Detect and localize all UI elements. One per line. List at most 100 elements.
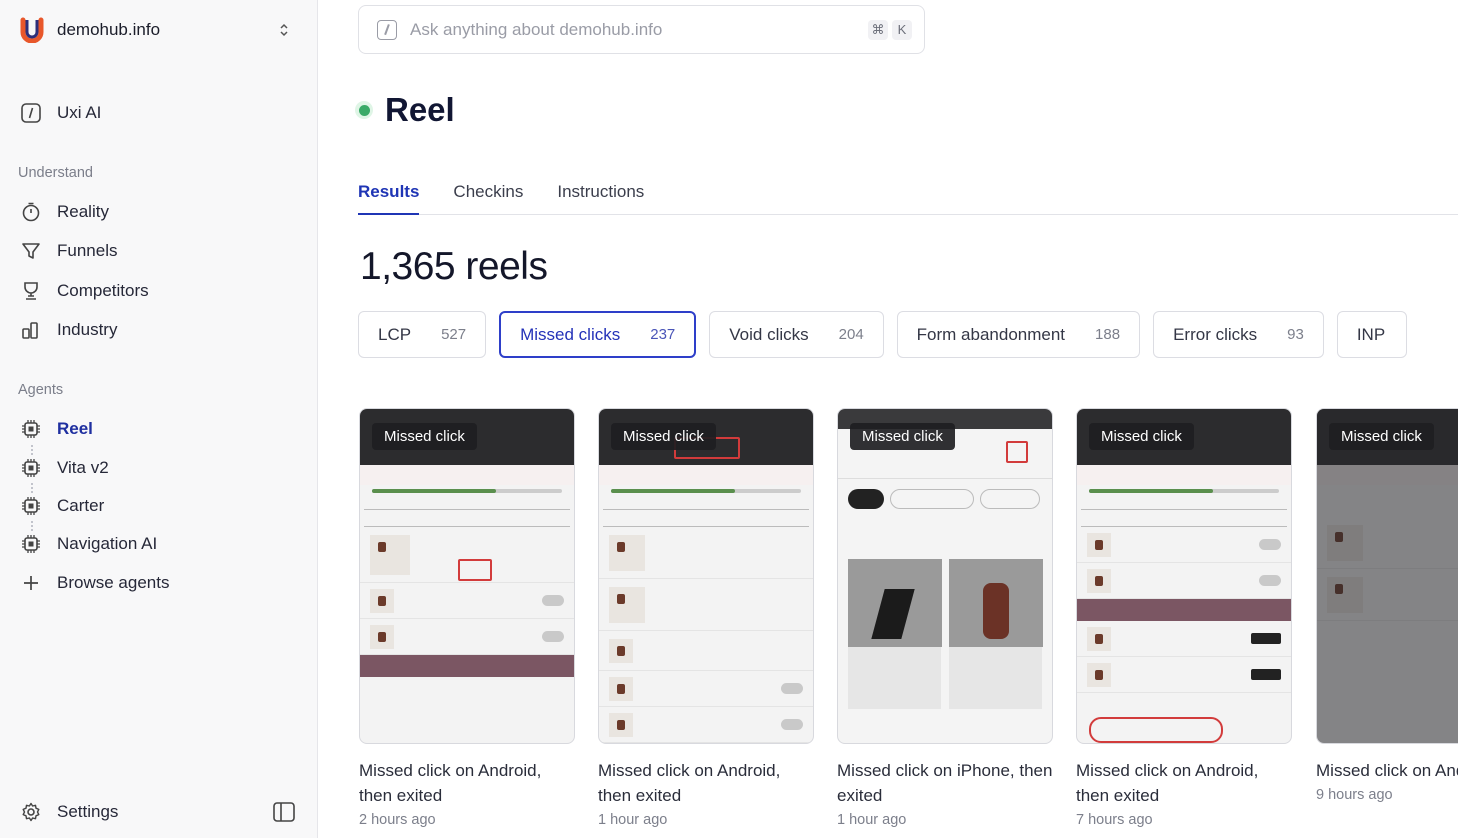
chip-label: Form abandonment xyxy=(916,324,1066,344)
reel-card[interactable]: Missed click Missed click on Android, th… xyxy=(598,408,814,828)
sidebar-item-label: Browse agents xyxy=(57,573,170,592)
sidebar-item-uxi-ai[interactable]: Uxi AI xyxy=(20,98,300,128)
chip-icon xyxy=(20,457,42,479)
slash-box-icon xyxy=(20,102,42,124)
filter-chip-inp[interactable]: INP xyxy=(1336,311,1407,358)
reel-badge: Missed click xyxy=(611,423,716,450)
slash-box-icon xyxy=(377,19,397,40)
settings-button[interactable]: Settings xyxy=(20,797,300,827)
sidebar-item-label: Carter xyxy=(57,496,105,515)
chip-count: 93 xyxy=(1287,326,1304,343)
reel-title: Missed click on Android, then exited xyxy=(598,761,781,805)
filter-chip-error-clicks[interactable]: Error clicks 93 xyxy=(1153,311,1324,358)
search-placeholder: Ask anything about demohub.info xyxy=(410,19,663,39)
mock-shipping-bar xyxy=(360,465,574,485)
mock-shipping-bar xyxy=(599,465,813,485)
chip-icon xyxy=(20,418,42,440)
reel-title: Missed click on iPhone, then exited xyxy=(837,761,1053,805)
ask-ai-search[interactable]: Ask anything about demohub.info ⌘ K xyxy=(358,5,925,54)
mock-footer xyxy=(360,677,574,697)
sidebar-item-vita-v2[interactable]: Vita v2 xyxy=(20,453,300,483)
mock-row xyxy=(599,527,813,579)
mock-row xyxy=(1077,563,1291,599)
mock-footer xyxy=(1077,693,1291,713)
command-key: ⌘ xyxy=(868,19,888,40)
reel-thumbnail[interactable]: Missed click xyxy=(837,408,1053,744)
filter-chip-void-clicks[interactable]: Void clicks 204 xyxy=(709,311,884,358)
sidebar-item-funnels[interactable]: Funnels xyxy=(20,236,300,266)
modal-overlay xyxy=(1317,409,1458,743)
gear-icon xyxy=(20,801,42,823)
sidebar-item-reel[interactable]: Reel xyxy=(20,414,300,444)
mock-row xyxy=(1077,527,1291,563)
mock-heading xyxy=(1077,497,1291,509)
tab-instructions[interactable]: Instructions xyxy=(557,176,644,215)
reel-thumbnail[interactable]: Missed click xyxy=(1076,408,1292,744)
sidebar-item-competitors[interactable]: Competitors xyxy=(20,276,300,306)
filter-chip-missed-clicks[interactable]: Missed clicks 237 xyxy=(499,311,697,358)
mock-progress xyxy=(372,489,562,493)
chip-count: 527 xyxy=(441,326,467,343)
mock-section-title xyxy=(838,519,1052,559)
filter-chip-form-abandonment[interactable]: Form abandonment 188 xyxy=(896,311,1141,358)
reel-thumbnail[interactable]: Missed click xyxy=(598,408,814,744)
reel-card[interactable]: Missed click Missed click on iPhone, the… xyxy=(837,408,1053,828)
mock-select xyxy=(1081,509,1287,527)
chip-label: Missed clicks xyxy=(520,324,621,344)
chip-label: INP xyxy=(1356,324,1386,344)
section-label-agents: Agents xyxy=(18,382,64,398)
reel-badge: Missed click xyxy=(850,423,955,450)
chevron-updown-icon[interactable] xyxy=(276,22,292,38)
sidebar-item-label: Reel xyxy=(57,419,93,438)
reel-card[interactable]: Missed click Missed click on Android, th… xyxy=(1316,408,1458,803)
sidebar: demohub.info Uxi AI Understand Reality F… xyxy=(0,0,318,838)
chip-count: 204 xyxy=(838,326,864,343)
mock-row xyxy=(599,671,813,707)
workspace-switcher[interactable]: demohub.info xyxy=(20,14,292,46)
chip-icon xyxy=(20,495,42,517)
chip-label: LCP xyxy=(378,324,412,344)
plus-icon xyxy=(20,572,42,594)
mock-select xyxy=(364,509,570,527)
status-indicator xyxy=(355,101,373,119)
tab-checkins[interactable]: Checkins xyxy=(453,176,523,215)
sidebar-item-label: Uxi AI xyxy=(57,103,102,122)
sidebar-item-label: Competitors xyxy=(57,281,149,300)
reel-title: Missed click on Android, then exited xyxy=(359,761,542,805)
bar-chart-icon xyxy=(20,319,42,341)
section-label-understand: Understand xyxy=(18,165,93,181)
tab-bar: Results Checkins Instructions xyxy=(358,176,1458,215)
mock-row xyxy=(599,707,813,743)
mock-select xyxy=(603,509,809,527)
reel-title: Missed click on Android, then exited xyxy=(1316,761,1458,780)
reel-time: 1 hour ago xyxy=(598,812,668,828)
browse-agents-button[interactable]: Browse agents xyxy=(20,568,300,598)
sidebar-item-label: Industry xyxy=(57,320,118,339)
sidebar-item-label: Vita v2 xyxy=(57,458,109,477)
reel-thumbnail[interactable]: Missed click xyxy=(1316,408,1458,744)
chip-label: Void clicks xyxy=(729,324,809,344)
reel-title: Missed click on Android, then exited xyxy=(1076,761,1259,805)
k-key: K xyxy=(892,19,912,40)
chip-label: Error clicks xyxy=(1173,324,1258,344)
mock-row xyxy=(1077,657,1291,693)
trophy-icon xyxy=(20,280,42,302)
sidebar-toggle-icon[interactable] xyxy=(272,800,296,824)
sidebar-item-carter[interactable]: Carter xyxy=(20,491,300,521)
mock-progress xyxy=(1089,489,1279,493)
sidebar-item-industry[interactable]: Industry xyxy=(20,315,300,345)
reel-badge: Missed click xyxy=(1329,423,1434,450)
missed-click-marker xyxy=(1006,441,1028,463)
missed-click-marker xyxy=(458,559,492,581)
mock-progress xyxy=(611,489,801,493)
reel-thumbnail[interactable]: Missed click xyxy=(359,408,575,744)
funnel-icon xyxy=(20,240,42,262)
reel-card[interactable]: Missed click Missed click on Android, th… xyxy=(359,408,575,828)
filter-chip-lcp[interactable]: LCP 527 xyxy=(358,311,487,358)
missed-click-marker xyxy=(1089,717,1223,743)
sidebar-item-navigation-ai[interactable]: Navigation AI xyxy=(20,529,300,559)
tab-results[interactable]: Results xyxy=(358,176,420,215)
reel-card[interactable]: Missed click Missed click on Android, th… xyxy=(1076,408,1292,828)
sidebar-item-reality[interactable]: Reality xyxy=(20,197,300,227)
mock-band xyxy=(360,655,574,677)
